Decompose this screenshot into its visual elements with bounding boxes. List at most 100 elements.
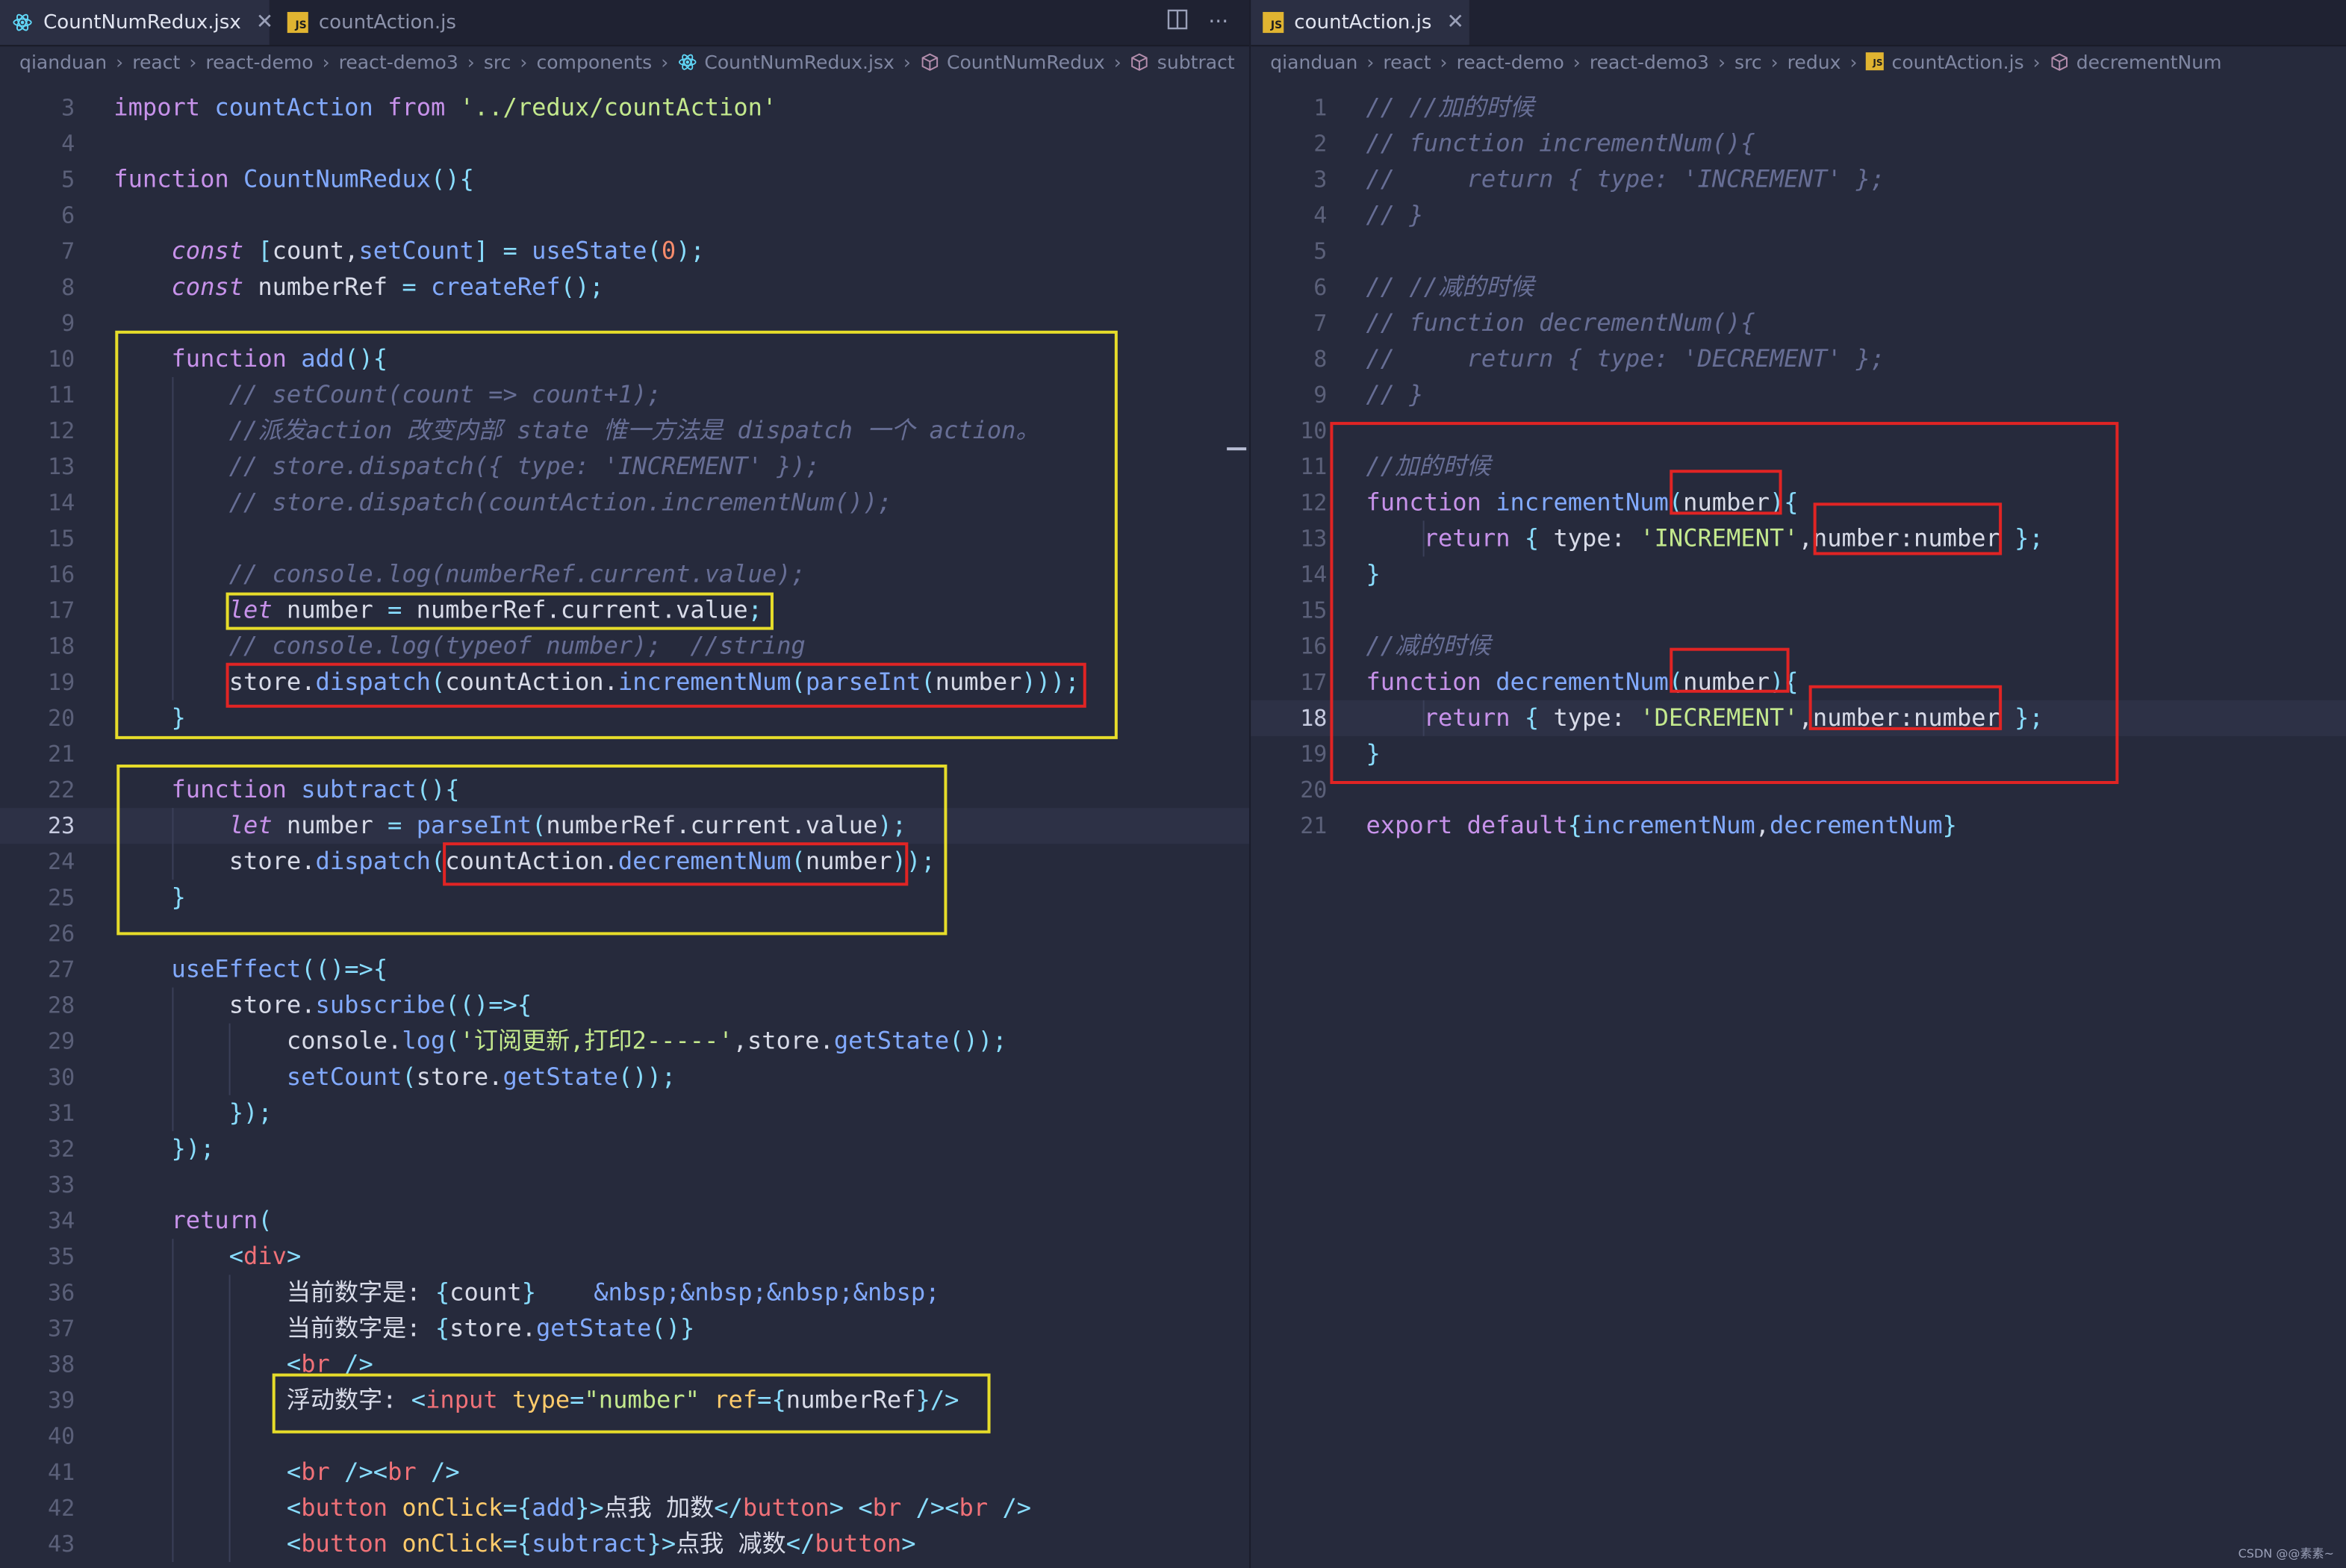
breadcrumb-item[interactable]: CountNumRedux xyxy=(920,50,1105,72)
chevron-right-icon: › xyxy=(661,50,669,73)
code-line[interactable]: 23 let number = parseInt(numberRef.curre… xyxy=(0,808,1250,844)
code-line[interactable]: 40 xyxy=(0,1419,1249,1455)
indent-guide xyxy=(172,376,174,700)
code-line[interactable]: 5 function CountNumRedux(){ xyxy=(0,161,1249,197)
code-line[interactable]: 24 store.dispatch(countAction.decrementN… xyxy=(0,844,1249,880)
code-line[interactable]: 22 function subtract(){ xyxy=(0,772,1249,808)
code-line[interactable]: 42 <button onClick={add}>点我 加数</button> … xyxy=(0,1490,1249,1526)
code-line[interactable]: 10 function add(){ xyxy=(0,341,1249,377)
breadcrumb-item[interactable]: decrementNum xyxy=(2050,50,2222,72)
code-line[interactable]: 6 xyxy=(0,198,1249,234)
indent-guide xyxy=(1422,700,1425,736)
code-line[interactable]: 17 let number = numberRef.current.value; xyxy=(0,593,1249,629)
breadcrumb-item[interactable]: qianduan xyxy=(1270,50,1357,72)
code-line[interactable]: 8 const numberRef = createRef(); xyxy=(0,270,1249,305)
code-line[interactable]: 5 xyxy=(1251,234,2346,270)
code-line[interactable]: 28 store.subscribe(()=>{ xyxy=(0,988,1249,1024)
code-line[interactable]: 13 return { type: 'INCREMENT',number:num… xyxy=(1251,520,2346,556)
breadcrumb-item[interactable]: src xyxy=(484,50,511,72)
code-line[interactable]: 11 //加的时候 xyxy=(1251,449,2346,485)
code-line[interactable]: 19 store.dispatch(countAction.incrementN… xyxy=(0,665,1249,700)
breadcrumb-item[interactable]: redux xyxy=(1787,50,1841,72)
code-line[interactable]: 36 当前数字是: {count} &nbsp;&nbsp;&nbsp;&nbs… xyxy=(0,1275,1249,1310)
code-line[interactable]: 8 // return { type: 'DECREMENT' }; xyxy=(1251,341,2346,377)
code-line[interactable]: 11 // setCount(count => count+1); xyxy=(0,377,1249,413)
code-line[interactable]: 30 setCount(store.getState()); xyxy=(0,1060,1249,1095)
line-number: 7 xyxy=(1313,309,1328,337)
code-line[interactable]: 18 // console.log(typeof number); //stri… xyxy=(0,629,1249,665)
code-line[interactable]: 26 xyxy=(0,915,1249,951)
code-line[interactable]: 12 //派发action 改变内部 state 惟一方法是 dispatch … xyxy=(0,413,1249,449)
code-line[interactable]: 12 function incrementNum(number){ xyxy=(1251,485,2346,520)
code-line[interactable]: 13 // store.dispatch({ type: 'INCREMENT'… xyxy=(0,449,1249,485)
breadcrumb-item[interactable]: JS countAction.js xyxy=(1866,50,2024,72)
code-line[interactable]: 17 function decrementNum(number){ xyxy=(1251,665,2346,700)
code-line[interactable]: 19} xyxy=(1251,736,2346,772)
code-line[interactable]: 21 xyxy=(0,736,1249,772)
code-line[interactable]: 43 <button onClick={subtract}>点我 减数</but… xyxy=(0,1526,1249,1562)
code-line[interactable]: 34 return( xyxy=(0,1203,1249,1239)
breadcrumb-item[interactable]: react-demo xyxy=(205,50,313,72)
code-line[interactable]: 10 xyxy=(1251,413,2346,449)
tab-countaction[interactable]: JS countAction.js ✕ xyxy=(1251,0,1469,46)
line-number: 26 xyxy=(47,920,75,948)
tab-countnumredux[interactable]: CountNumRedux.jsx ✕ xyxy=(0,0,273,46)
code-line[interactable]: 4 // } xyxy=(1251,198,2346,234)
code-line[interactable]: 16 //减的时候 xyxy=(1251,629,2346,665)
close-icon[interactable]: ✕ xyxy=(256,10,274,34)
code-line[interactable]: 7 // function decrementNum(){ xyxy=(1251,305,2346,341)
code-line[interactable]: 14 // store.dispatch(countAction.increme… xyxy=(0,485,1249,520)
code-line[interactable]: 1 // //加的时候 xyxy=(1251,90,2346,125)
close-icon[interactable]: ✕ xyxy=(1447,10,1465,34)
line-number: 17 xyxy=(47,597,75,624)
line-number: 37 xyxy=(47,1315,75,1343)
breadcrumb-item[interactable]: react-demo3 xyxy=(339,50,458,72)
code-line[interactable]: 7 const [count,setCount] = useState(0); xyxy=(0,234,1249,270)
code-line[interactable]: 18 return { type: 'DECREMENT',number:num… xyxy=(1251,700,2346,736)
code-line[interactable]: 38 <br /> xyxy=(0,1346,1249,1382)
code-line[interactable]: 9 // } xyxy=(1251,377,2346,413)
code-text: function add(){ xyxy=(171,343,388,373)
code-line[interactable]: 20 } xyxy=(0,700,1249,736)
code-line[interactable]: 37 当前数字是: {store.getState()} xyxy=(0,1310,1249,1346)
code-line[interactable]: 15 xyxy=(1251,593,2346,629)
scroll-indicator[interactable] xyxy=(1227,447,1247,451)
indent-guide xyxy=(172,987,174,1131)
code-line[interactable]: 2 // function incrementNum(){ xyxy=(1251,125,2346,161)
code-line[interactable]: 29 console.log('订阅更新,打印2-----',store.get… xyxy=(0,1024,1249,1060)
code-line[interactable]: 14} xyxy=(1251,556,2346,592)
code-line[interactable]: 9 xyxy=(0,305,1249,341)
code-line[interactable]: 25 } xyxy=(0,880,1249,915)
code-line[interactable]: 27 useEffect(()=>{ xyxy=(0,951,1249,987)
breadcrumb-item[interactable]: react-demo xyxy=(1457,50,1564,72)
code-line[interactable]: 35 <div> xyxy=(0,1239,1249,1275)
code-line[interactable]: 31 }); xyxy=(0,1095,1249,1131)
breadcrumb-item[interactable]: components xyxy=(536,50,652,72)
code-line[interactable]: 15 xyxy=(0,520,1249,556)
code-text: function subtract(){ xyxy=(171,774,460,804)
breadcrumb-item[interactable]: react-demo3 xyxy=(1590,50,1709,72)
code-line[interactable]: 4 xyxy=(0,125,1249,161)
code-line[interactable]: 3 // return { type: 'INCREMENT' }; xyxy=(1251,161,2346,197)
tab-countaction[interactable]: JS countAction.js xyxy=(276,0,485,45)
line-number: 34 xyxy=(47,1207,75,1235)
breadcrumb-item[interactable]: react xyxy=(132,50,180,72)
code-line[interactable]: 16 // console.log(numberRef.current.valu… xyxy=(0,556,1249,592)
breadcrumb-item[interactable]: CountNumRedux.jsx xyxy=(677,50,894,72)
code-line[interactable]: 41 <br /><br /> xyxy=(0,1455,1249,1490)
code-line[interactable]: 20 xyxy=(1251,772,2346,808)
breadcrumb-item[interactable]: subtract xyxy=(1130,50,1235,72)
line-number: 8 xyxy=(61,273,75,301)
code-line[interactable]: 39 浮动数字: <input type="number" ref={numbe… xyxy=(0,1383,1249,1419)
code-line[interactable]: 21 export default{incrementNum,decrementN… xyxy=(1251,808,2346,844)
code-line[interactable]: 33 xyxy=(0,1167,1249,1203)
breadcrumb-item[interactable]: qianduan xyxy=(19,50,107,72)
more-actions-icon[interactable]: ··· xyxy=(1208,10,1228,34)
code-line[interactable]: 6 // //减的时候 xyxy=(1251,270,2346,305)
split-editor-icon[interactable] xyxy=(1166,9,1187,36)
code-line[interactable]: 32 }); xyxy=(0,1131,1249,1167)
breadcrumb-item[interactable]: react xyxy=(1383,50,1431,72)
breadcrumb-item[interactable]: src xyxy=(1734,50,1762,72)
chevron-right-icon: › xyxy=(1366,50,1375,73)
code-line[interactable]: 3 import countAction from '../redux/count… xyxy=(0,90,1249,125)
